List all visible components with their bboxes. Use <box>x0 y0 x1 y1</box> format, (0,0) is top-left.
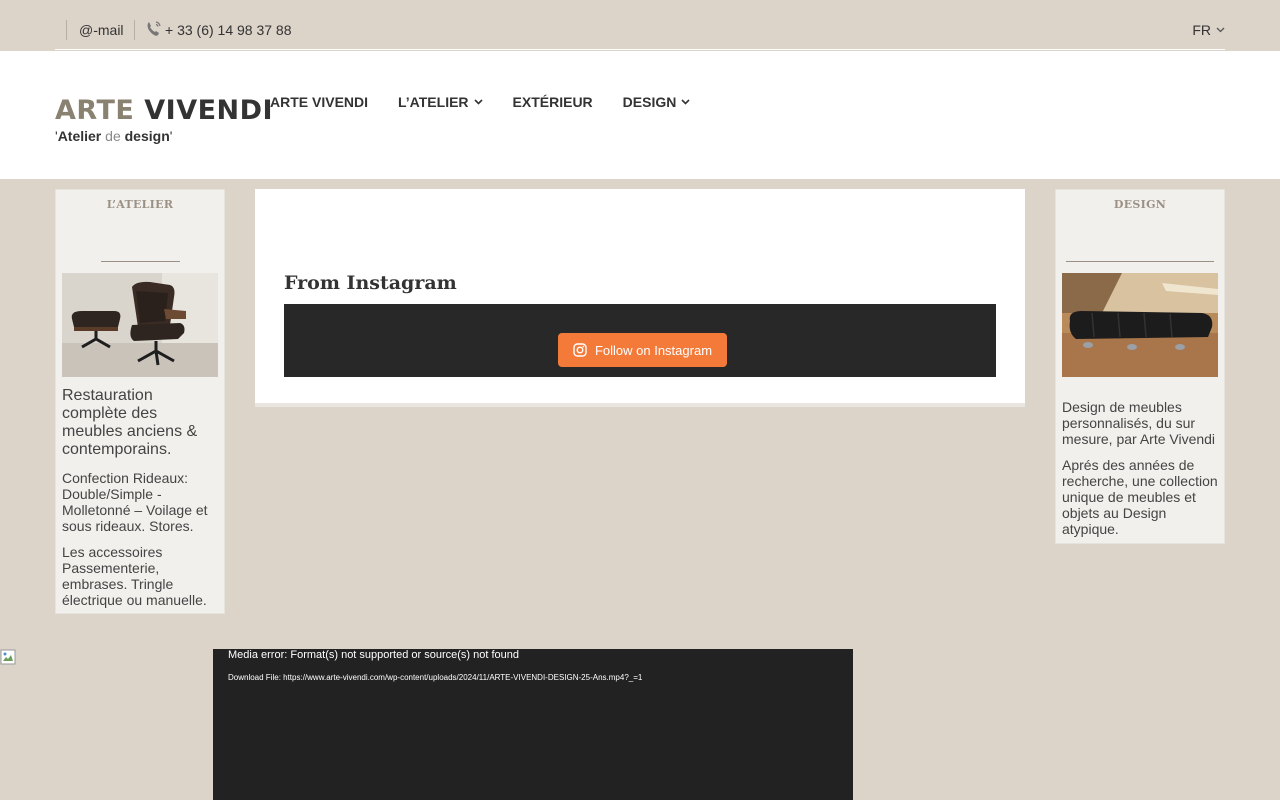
widget-heading: Restauration complète des meubles ancien… <box>62 387 198 458</box>
nav-label: L’ATELIER <box>398 94 469 110</box>
widget-paragraph: Aprés des années de recherche, une colle… <box>1062 457 1218 537</box>
nav-label: EXTÉRIEUR <box>512 94 593 110</box>
email-link[interactable]: @-mail <box>79 22 124 38</box>
logo-word-vivendi: VIVENDI <box>144 95 274 126</box>
language-label: FR <box>1192 22 1211 38</box>
logo-tagline: 'Atelier de design' <box>55 128 273 144</box>
instagram-heading: From Instagram <box>284 272 457 294</box>
widget-paragraph: Design de meubles personnalisés, du sur … <box>1062 399 1216 447</box>
instagram-feed: Follow on Instagram <box>284 304 996 377</box>
nav-item-arte-vivendi[interactable]: ARTE VIVENDI <box>270 94 368 110</box>
download-file-link[interactable]: Download File: https://www.arte-vivendi.… <box>228 673 642 682</box>
divider <box>66 20 67 40</box>
nav-label: ARTE VIVENDI <box>270 94 369 110</box>
chevron-down-icon <box>473 99 483 105</box>
video-player[interactable]: Media error: Format(s) not supported or … <box>213 649 853 800</box>
media-error-message: Media error: Format(s) not supported or … <box>228 649 520 661</box>
widget-title: L’ATELIER <box>106 198 174 211</box>
tagline-design: design <box>124 128 170 144</box>
widget-paragraph: Les accessoires Passementerie, embrases.… <box>62 544 207 608</box>
tagline-atelier: Atelier <box>57 128 102 144</box>
widget-title: DESIGN <box>1113 198 1167 211</box>
divider <box>1066 261 1214 262</box>
broken-image-icon <box>0 649 16 665</box>
site-logo[interactable]: ARTE VIVENDI 'Atelier de design' <box>55 97 273 145</box>
instagram-icon <box>573 343 587 357</box>
main-content: From Instagram Follow on Instagram <box>255 189 1025 407</box>
chevron-down-icon <box>681 99 690 105</box>
top-bar: @-mail + 33 (6) 14 98 37 88 FR <box>0 0 1280 51</box>
follow-instagram-button[interactable]: Follow on Instagram <box>558 333 727 367</box>
phone-number[interactable]: + 33 (6) 14 98 37 88 <box>165 22 292 38</box>
widget-paragraph: Confection Rideaux: Double/Simple - Moll… <box>62 470 208 534</box>
phone-icon <box>147 21 161 36</box>
language-selector[interactable]: FR <box>1192 22 1225 38</box>
lounge-chair-image[interactable] <box>62 273 218 377</box>
nav-label: DESIGN <box>622 94 677 110</box>
design-widget: DESIGN Design de meubles personnalisés, … <box>1055 189 1225 544</box>
site-header: ARTE VIVENDI 'Atelier de design' ARTE VI… <box>0 51 1280 179</box>
logo-wordmark: ARTE VIVENDI <box>55 97 273 125</box>
logo-word-arte: ARTE <box>55 95 135 126</box>
design-sofa-image[interactable] <box>1062 273 1218 377</box>
atelier-widget: L’ATELIER Restauration complète des meub… <box>55 189 225 614</box>
tagline-de: de <box>101 128 125 144</box>
follow-button-label: Follow on Instagram <box>594 342 713 358</box>
chevron-down-icon <box>1216 27 1225 33</box>
divider <box>101 261 180 262</box>
top-bar-inner: @-mail + 33 (6) 14 98 37 88 FR <box>55 0 1225 50</box>
tagline-quote: ' <box>169 128 173 144</box>
main-nav: ARTE VIVENDI L’ATELIER EXTÉRIEUR DESIGN <box>270 94 720 110</box>
nav-item-exterieur[interactable]: EXTÉRIEUR <box>513 94 593 110</box>
divider <box>134 20 135 40</box>
nav-item-atelier[interactable]: L’ATELIER <box>398 94 483 110</box>
nav-item-design[interactable]: DESIGN <box>623 94 691 110</box>
